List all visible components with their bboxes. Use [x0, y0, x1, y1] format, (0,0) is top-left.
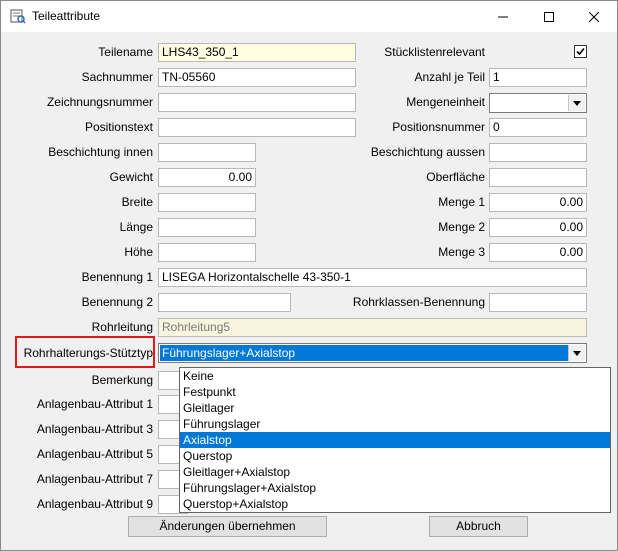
benennung2-field[interactable]: [158, 293, 291, 312]
positionsnummer-field[interactable]: 0: [489, 118, 587, 137]
anzahl-je-teil-field[interactable]: 1: [489, 68, 587, 87]
title-bar[interactable]: Teileattribute: [1, 1, 617, 32]
oberflaeche-label: Oberfläche: [426, 170, 485, 184]
chevron-down-icon: [573, 100, 581, 106]
positionsnummer-label: Positionsnummer: [392, 120, 485, 134]
dropdown-option[interactable]: Gleitlager: [180, 400, 610, 416]
dropdown-option[interactable]: Festpunkt: [180, 384, 610, 400]
rohrklassen-benennung-field[interactable]: [489, 293, 587, 312]
close-button[interactable]: [571, 1, 617, 32]
teilename-label: Teilename: [98, 45, 153, 59]
beschichtung-innen-field[interactable]: [158, 143, 256, 162]
bemerkung-label: Bemerkung: [91, 373, 153, 387]
positionstext-field[interactable]: [158, 118, 356, 137]
beschichtung-aussen-field[interactable]: [489, 143, 587, 162]
hoehe-label: Höhe: [124, 245, 153, 259]
maximize-icon: [544, 11, 554, 22]
attributes-window-icon: [10, 9, 26, 24]
dropdown-option[interactable]: Gleitlager+Axialstop: [180, 464, 610, 480]
stuecklistenrelevant-label: Stücklistenrelevant: [384, 45, 485, 59]
zeichnungsnummer-label: Zeichnungsnummer: [46, 95, 153, 109]
benennung1-field[interactable]: LISEGA Horizontalschelle 43-350-1: [158, 268, 587, 287]
attr9-label: Anlagenbau-Attribut 9: [36, 497, 153, 511]
benennung1-label: Benennung 1: [81, 270, 153, 284]
benennung2-label: Benennung 2: [81, 295, 153, 309]
attr3-label: Anlagenbau-Attribut 3: [36, 422, 153, 436]
menge3-label: Menge 3: [438, 245, 485, 259]
stuetztyp-label: Rohrhalterungs-Stütztyp: [23, 346, 153, 360]
rohrklassen-benennung-label: Rohrklassen-Benennung: [352, 295, 485, 309]
rohrleitung-label: Rohrleitung: [91, 320, 153, 334]
gewicht-label: Gewicht: [109, 170, 153, 184]
mengeneinheit-value: [491, 95, 568, 111]
dropdown-option[interactable]: Führungslager+Axialstop: [180, 480, 610, 496]
oberflaeche-field[interactable]: [489, 168, 587, 187]
laenge-field[interactable]: [158, 218, 256, 237]
menge2-label: Menge 2: [438, 220, 485, 234]
breite-field[interactable]: [158, 193, 256, 212]
mengeneinheit-label: Mengeneinheit: [406, 95, 485, 109]
teileattribute-window: Teileattribute Teilename LHS43_350_1 Stü…: [0, 0, 618, 551]
anzahl-je-teil-label: Anzahl je Teil: [414, 70, 486, 84]
stuetztyp-value: Führungslager+Axialstop: [160, 345, 568, 361]
rohrleitung-field: Rohrleitung5: [158, 318, 587, 337]
menge1-label: Menge 1: [438, 195, 485, 209]
chevron-down-icon: [573, 350, 581, 356]
apply-changes-button[interactable]: Änderungen übernehmen: [128, 516, 327, 537]
attr1-label: Anlagenbau-Attribut 1: [36, 397, 153, 411]
dropdown-option[interactable]: Führungslager: [180, 416, 610, 432]
sachnummer-field[interactable]: TN-05560: [158, 68, 356, 87]
teilename-field[interactable]: LHS43_350_1: [158, 43, 356, 62]
dropdown-option[interactable]: Keine: [180, 368, 610, 384]
cancel-button[interactable]: Abbruch: [429, 516, 528, 537]
window-title: Teileattribute: [32, 9, 101, 23]
dropdown-option[interactable]: Querstop: [180, 448, 610, 464]
hoehe-field[interactable]: [158, 243, 256, 262]
laenge-label: Länge: [119, 220, 153, 234]
menge3-field[interactable]: 0.00: [489, 243, 587, 262]
gewicht-field[interactable]: 0.00: [158, 168, 256, 187]
dropdown-option[interactable]: Querstop+Axialstop: [180, 496, 610, 512]
zeichnungsnummer-field[interactable]: [158, 93, 356, 112]
positionstext-label: Positionstext: [84, 120, 153, 134]
stuetztyp-dropdown-button[interactable]: [568, 345, 585, 361]
minimize-button[interactable]: [480, 1, 526, 32]
dropdown-option[interactable]: Axialstop: [180, 432, 610, 448]
sachnummer-label: Sachnummer: [81, 70, 153, 84]
beschichtung-aussen-label: Beschichtung aussen: [370, 145, 485, 159]
stuetztyp-combo[interactable]: Führungslager+Axialstop: [158, 343, 587, 363]
mengeneinheit-combo[interactable]: [489, 93, 587, 113]
breite-label: Breite: [121, 195, 153, 209]
minimize-icon: [498, 16, 508, 17]
form-area: Teilename LHS43_350_1 Stücklistenrelevan…: [6, 33, 612, 545]
menge2-field[interactable]: 0.00: [489, 218, 587, 237]
attr5-label: Anlagenbau-Attribut 5: [36, 447, 153, 461]
stuetztyp-dropdown-list[interactable]: Keine Festpunkt Gleitlager Führungslager Axi…: [179, 367, 611, 513]
menge1-field[interactable]: 0.00: [489, 193, 587, 212]
stuecklistenrelevant-checkbox[interactable]: [574, 45, 587, 58]
beschichtung-innen-label: Beschichtung innen: [48, 145, 153, 159]
close-icon: [589, 11, 599, 22]
mengeneinheit-dropdown-button[interactable]: [568, 95, 585, 111]
attr7-label: Anlagenbau-Attribut 7: [36, 472, 153, 486]
maximize-button[interactable]: [526, 1, 572, 32]
